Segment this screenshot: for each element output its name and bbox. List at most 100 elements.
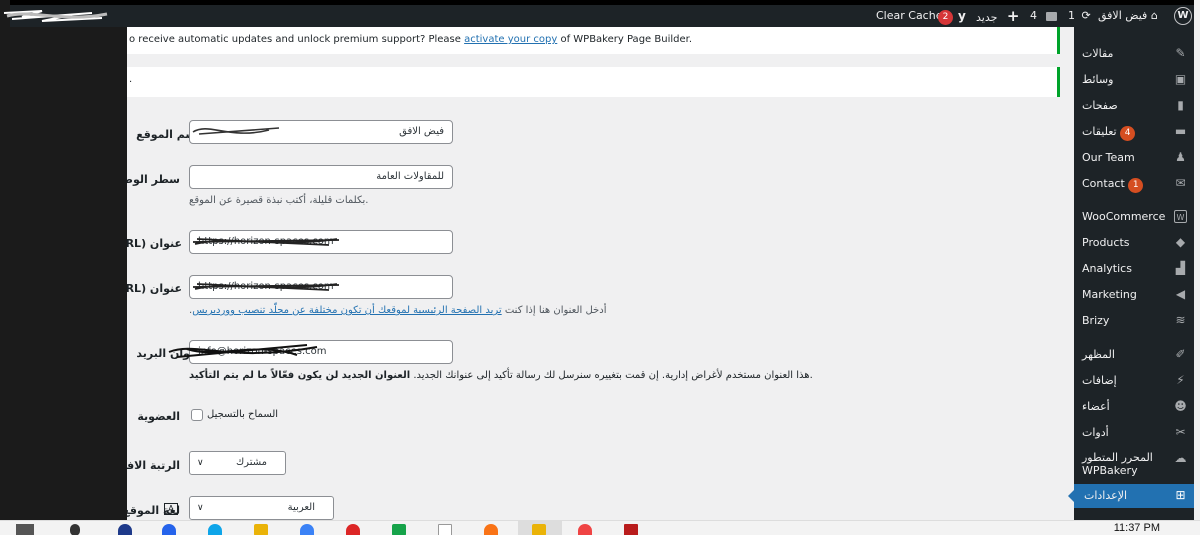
active-indicator xyxy=(1068,490,1074,502)
menu-item-posts[interactable]: مقالات ✎ xyxy=(1074,42,1194,66)
wordpress-logo-icon[interactable]: W xyxy=(1174,7,1192,25)
menu-item-users[interactable]: أعضاء ☻ xyxy=(1074,395,1194,419)
notice-text: o receive automatic updates and unlock p… xyxy=(129,34,465,45)
site-language-select[interactable]: ∨ العربية xyxy=(189,496,334,520)
notepad-icon[interactable] xyxy=(438,524,452,535)
activate-copy-link[interactable]: activate your copy xyxy=(464,34,557,45)
app-icon[interactable] xyxy=(532,524,546,535)
menu-item-text-2: WPBakery xyxy=(1082,464,1138,477)
admin-email-input[interactable]: info@horizon-spaces.com xyxy=(189,340,453,364)
admin-email-description: .هذا العنوان مستخدم لأغراض إدارية. إن قم… xyxy=(189,370,813,381)
comments-count: 4 xyxy=(1030,9,1037,22)
site-title-value: فيض الافق xyxy=(399,126,444,137)
app-icon[interactable] xyxy=(118,524,132,535)
admin-menu: مقالات ✎ وسائط ▣ صفحات ▮ تعليقات 4 ▬ Our Tea… xyxy=(1068,27,1194,520)
menu-item-text: Contact xyxy=(1082,177,1125,190)
comments-badge: 4 xyxy=(1120,126,1136,141)
wordpress-address-value: https://horizon-spaces.com xyxy=(198,236,334,247)
edge-icon[interactable] xyxy=(208,524,222,535)
page-icon: ▮ xyxy=(1177,98,1184,112)
menu-item-analytics[interactable]: Analytics ▟ xyxy=(1074,257,1194,281)
screen-right-edge xyxy=(1194,0,1200,520)
folder-icon[interactable] xyxy=(254,524,268,535)
menu-item-text: المحرر المتطور xyxy=(1082,451,1153,464)
menu-item-label: Marketing xyxy=(1082,288,1137,301)
start-icon[interactable] xyxy=(16,524,34,535)
default-role-select[interactable]: ∨ مشترك xyxy=(189,451,286,475)
default-role-label: الرتبة الافتراضية xyxy=(127,459,180,472)
menu-item-label: Our Team xyxy=(1082,151,1135,164)
taskbar-clock[interactable]: 11:37 PM xyxy=(1114,522,1160,534)
site-address-help-link[interactable]: تريد الصفحة الرئيسية لموقعك أن تكون مختل… xyxy=(192,305,502,316)
excel-icon[interactable] xyxy=(392,524,406,535)
chrome-icon[interactable] xyxy=(578,524,592,535)
menu-item-label: WooCommerce xyxy=(1082,210,1166,223)
app-icon[interactable] xyxy=(162,524,176,535)
comment-bubble-icon xyxy=(1045,11,1057,21)
menu-item-products[interactable]: Products ◆ xyxy=(1074,231,1194,255)
clear-cache-link[interactable]: Clear Cache xyxy=(876,5,942,27)
menu-item-label: صفحات xyxy=(1082,99,1118,112)
screen-left-edge xyxy=(0,0,10,520)
browser-left-panel xyxy=(10,27,127,520)
membership-checkbox[interactable] xyxy=(191,409,203,421)
menu-item-label: Brizy xyxy=(1082,314,1110,327)
notice-text-end: of WPBakery Page Builder. xyxy=(557,34,692,45)
tagline-label: سطر الوصف xyxy=(127,173,180,186)
site-name-menu[interactable]: ⌂ فيض الافق xyxy=(1098,5,1158,27)
site-title-input[interactable]: فيض الافق xyxy=(189,120,453,144)
comments-menu[interactable]: 4 xyxy=(1030,5,1057,27)
notice-text: . xyxy=(129,74,133,85)
new-content-menu[interactable]: جديد + xyxy=(976,5,1020,27)
menu-item-settings[interactable]: الإعدادات ⊞ xyxy=(1068,484,1194,508)
redacted-scribble xyxy=(3,10,108,22)
tagline-description: .بكلمات قليلة، أكتب نبذة قصيرة عن الموقع xyxy=(189,195,369,206)
refresh-icon: ⟳ xyxy=(1081,9,1091,22)
settings-icon: ⊞ xyxy=(1175,488,1186,502)
membership-label: العضوية xyxy=(137,410,180,423)
site-address-input[interactable]: https://horizon-spaces.com xyxy=(189,275,453,299)
menu-item-label: الإعدادات xyxy=(1084,489,1128,502)
user-icon: ☻ xyxy=(1174,399,1187,413)
home-icon: ⌂ xyxy=(1150,9,1158,22)
menu-item-label: Analytics xyxy=(1082,262,1132,275)
menu-item-plugins[interactable]: إضافات ⚡ xyxy=(1074,369,1194,393)
menu-item-marketing[interactable]: Marketing ◀ xyxy=(1074,283,1194,307)
firefox-icon[interactable] xyxy=(484,524,498,535)
tagline-input[interactable]: للمقاولات العامة xyxy=(189,165,453,189)
menu-item-woocommerce[interactable]: WooCommerce W xyxy=(1074,205,1194,229)
yoast-notifications[interactable]: 2 xyxy=(938,8,953,25)
site-language-label: لغة الموقع xyxy=(127,504,180,517)
site-language-value: العربية xyxy=(287,502,315,513)
menu-item-comments[interactable]: تعليقات 4 ▬ xyxy=(1074,120,1194,144)
menu-item-brizy[interactable]: Brizy ≋ xyxy=(1074,309,1194,333)
pdf-icon[interactable] xyxy=(624,524,638,535)
admin-email-desc-text: .هذا العنوان مستخدم لأغراض إدارية. إن قم… xyxy=(410,370,813,381)
wpbakery-icon: ☁ xyxy=(1174,451,1187,465)
menu-item-label: أعضاء xyxy=(1082,400,1110,413)
menu-item-our-team[interactable]: Our Team ♟ xyxy=(1074,146,1194,170)
menu-item-appearance[interactable]: المظهر ✐ xyxy=(1074,343,1194,367)
menu-item-label: Contact 1 xyxy=(1082,177,1144,193)
wordpress-address-label: عنوان (URL) xyxy=(127,237,182,250)
menu-item-label: أدوات xyxy=(1082,426,1109,439)
bar-chart-icon: ▟ xyxy=(1175,261,1186,275)
app-icon[interactable] xyxy=(300,524,314,535)
menu-item-tools[interactable]: أدوات ✂ xyxy=(1074,421,1194,445)
default-role-value: مشترك xyxy=(235,457,267,468)
wordpress-address-input[interactable]: https://horizon-spaces.com xyxy=(189,230,453,254)
menu-item-label: إضافات xyxy=(1082,374,1117,387)
menu-item-label: المحرر المتطور WPBakery xyxy=(1082,451,1153,477)
menu-item-contact[interactable]: Contact 1 ✉ xyxy=(1074,172,1194,196)
yoast-icon[interactable]: y xyxy=(958,5,966,27)
opera-icon[interactable] xyxy=(346,524,360,535)
menu-item-pages[interactable]: صفحات ▮ xyxy=(1074,94,1194,118)
menu-item-wpbakery[interactable]: المحرر المتطور WPBakery ☁ xyxy=(1074,447,1194,481)
megaphone-icon: ◀ xyxy=(1175,287,1186,301)
comment-icon: ▬ xyxy=(1174,124,1187,138)
menu-item-media[interactable]: وسائط ▣ xyxy=(1074,68,1194,92)
plugin-icon: ⚡ xyxy=(1176,373,1185,387)
search-icon[interactable] xyxy=(70,524,80,535)
updates-menu[interactable]: 1 ⟳ xyxy=(1068,5,1091,27)
layers-icon: ≋ xyxy=(1175,313,1186,327)
